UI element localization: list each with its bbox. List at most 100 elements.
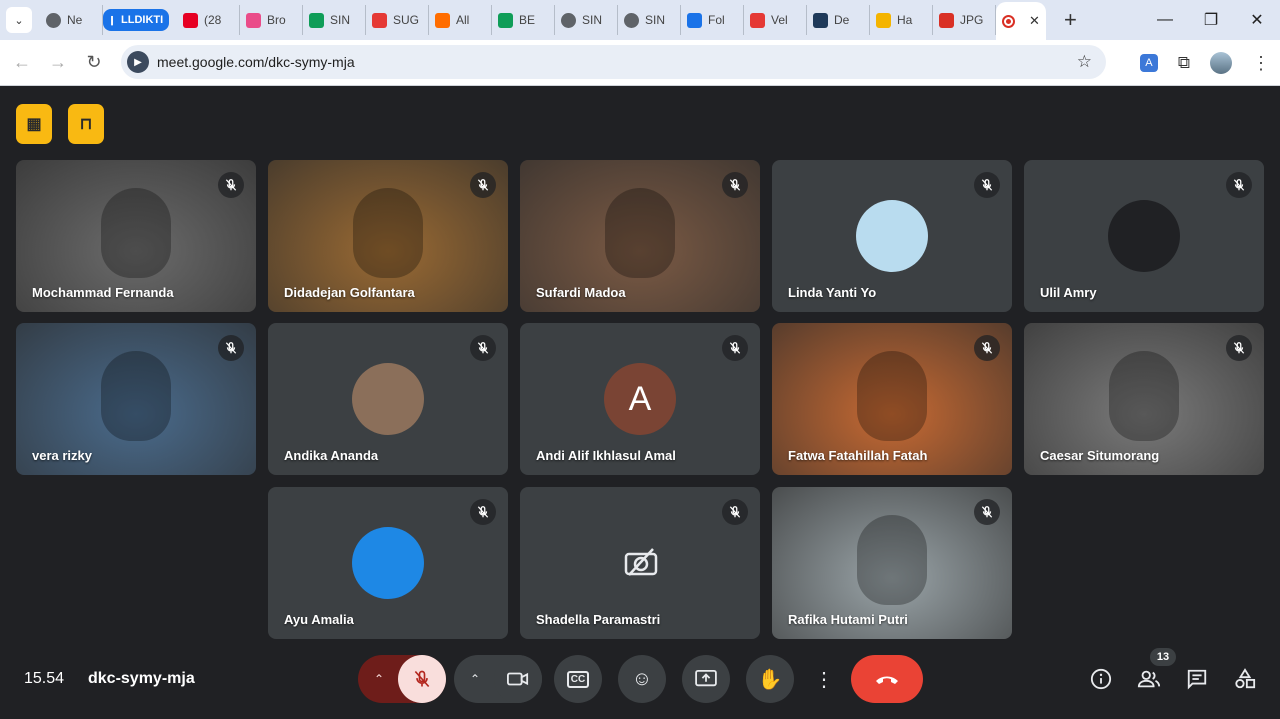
muted-mic-icon (722, 335, 748, 361)
chat-button[interactable] (1182, 664, 1212, 694)
emoji-icon: ☺ (631, 667, 653, 690)
back-button[interactable]: ← (4, 52, 40, 73)
participant-tile[interactable]: vera rizky (16, 323, 256, 475)
participant-name: Linda Yanti Yo (788, 285, 877, 300)
browser-tab[interactable]: Bro (240, 5, 303, 35)
muted-mic-icon (722, 172, 748, 198)
browser-tab[interactable]: BE (492, 5, 555, 35)
pinterest-icon (183, 12, 198, 28)
meeting-info-button[interactable] (1086, 664, 1116, 694)
participant-tile[interactable]: Mochammad Fernanda (16, 160, 256, 312)
participant-tile[interactable]: Ulil Amry (1024, 160, 1264, 312)
raise-hand-button[interactable]: ✋ (746, 655, 794, 703)
tab-label: SIN (330, 13, 351, 27)
video-feed (857, 515, 927, 605)
leave-call-button[interactable] (851, 655, 923, 703)
close-tab-icon[interactable]: ✕ (1029, 13, 1040, 29)
muted-mic-icon (218, 172, 244, 198)
window-controls: — ❐ ✕ (1142, 0, 1280, 40)
browser-tab[interactable]: Fol (681, 5, 744, 35)
url-text[interactable]: meet.google.com/dkc-symy-mja (157, 54, 355, 70)
new-tab-button[interactable]: + (1064, 7, 1077, 33)
participant-tile[interactable]: Rafika Hutami Putri (772, 487, 1012, 639)
participant-tile[interactable]: Sufardi Madoa (520, 160, 760, 312)
tab-label: Fol (708, 13, 725, 27)
participant-tile[interactable]: Shadella Paramastri (520, 487, 760, 639)
muted-mic-icon (974, 172, 1000, 198)
captions-button[interactable]: CC (554, 655, 602, 703)
sheets-icon (309, 12, 324, 28)
participant-tile[interactable]: A Andi Alif Ikhlasul Amal (520, 323, 760, 475)
more-vert-icon: ⋮ (814, 668, 834, 691)
participant-name: Mochammad Fernanda (32, 285, 174, 300)
microphone-button[interactable] (398, 655, 446, 703)
browser-tab[interactable]: Vel (744, 5, 807, 35)
extension-icon[interactable]: A (1139, 54, 1158, 72)
close-window-button[interactable]: ✕ (1234, 0, 1280, 40)
browser-tab[interactable]: JPG (933, 5, 996, 35)
chevron-up-icon: ⌃ (470, 672, 481, 686)
host-controls-button[interactable]: ▦ (16, 104, 52, 144)
tab-label: LLDIKTI (121, 14, 164, 26)
clickup-icon (435, 12, 450, 28)
participant-tile[interactable]: Ayu Amalia (268, 487, 508, 639)
video-feed (353, 188, 423, 278)
address-bar[interactable]: ▶ meet.google.com/dkc-symy-mja ☆ (121, 45, 1106, 79)
browser-tab[interactable]: ❙ LLDIKTI (103, 9, 169, 31)
tab-search-button[interactable]: ⌄ (6, 7, 32, 33)
participant-name: Ayu Amalia (284, 612, 354, 627)
site-info-icon[interactable]: ▶ (127, 51, 149, 73)
toolbar-actions: A ⧉ ⋮ (1139, 40, 1270, 86)
browser-tab[interactable]: SIN (303, 5, 366, 35)
door-icon: ⊓ (79, 116, 93, 133)
participant-name: Sufardi Madoa (536, 285, 626, 300)
extensions-puzzle-icon[interactable]: ⧉ (1178, 53, 1190, 73)
forward-button[interactable]: → (40, 52, 76, 73)
tab-label: Ne (67, 13, 83, 27)
browser-menu-icon[interactable]: ⋮ (1252, 54, 1270, 72)
browser-tab[interactable]: SUG (366, 5, 429, 35)
video-feed (101, 188, 171, 278)
present-screen-button[interactable] (682, 655, 730, 703)
participant-name: Andika Ananda (284, 448, 379, 463)
participant-tile[interactable]: Linda Yanti Yo (772, 160, 1012, 312)
participant-tile[interactable]: Fatwa Fatahillah Fatah (772, 323, 1012, 475)
captions-icon: CC (566, 670, 590, 688)
participant-name: Fatwa Fatahillah Fatah (788, 448, 928, 463)
muted-mic-icon (470, 335, 496, 361)
browser-tab[interactable]: (28 (177, 5, 240, 35)
chevron-up-icon: ⌃ (374, 672, 385, 686)
muted-mic-icon (218, 335, 244, 361)
more-options-button[interactable]: ⋮ (800, 655, 848, 703)
maximize-button[interactable]: ❐ (1188, 0, 1234, 40)
camera-button[interactable] (494, 655, 542, 703)
participant-tile[interactable]: Didadejan Golfantara (268, 160, 508, 312)
people-button[interactable] (1134, 664, 1164, 694)
browser-tab[interactable]: Ne (40, 5, 103, 35)
participant-tile[interactable]: Andika Ananda (268, 323, 508, 475)
activities-button[interactable] (1230, 664, 1260, 694)
camera-off-icon (624, 547, 658, 582)
minimize-button[interactable]: — (1142, 0, 1188, 40)
browser-tab[interactable]: Ha (870, 5, 933, 35)
browser-tab[interactable]: SIN (618, 5, 681, 35)
meet-bottom-bar: 15.54 dkc-symy-mja ⌃ ⌃ CC ☺ ✋ ⋮ 13 (0, 648, 1280, 719)
participant-name: Didadejan Golfantara (284, 285, 415, 300)
tab-list: Ne ❙ LLDIKTI (28 Bro SIN SUG All BE SIN SIN Fol Vel D… (40, 5, 996, 35)
bookmark-star-icon[interactable]: ☆ (1077, 52, 1092, 72)
tab-label: Bro (267, 13, 286, 27)
browser-tab[interactable]: SIN (555, 5, 618, 35)
reload-button[interactable]: ↻ (76, 52, 112, 73)
profile-avatar[interactable] (1210, 52, 1232, 74)
tab-label: SUG (393, 13, 420, 27)
tab-active[interactable]: ✕ (996, 2, 1046, 40)
browser-tab[interactable]: De (807, 5, 870, 35)
globe-icon (561, 12, 576, 28)
participant-tile[interactable]: Caesar Situmorang (1024, 323, 1264, 475)
browser-tab[interactable]: All (429, 5, 492, 35)
muted-mic-icon (974, 499, 1000, 525)
reactions-button[interactable]: ☺ (618, 655, 666, 703)
info-icon (1090, 668, 1112, 690)
leave-room-button[interactable]: ⊓ (68, 104, 104, 144)
jpg-icon (939, 12, 954, 28)
